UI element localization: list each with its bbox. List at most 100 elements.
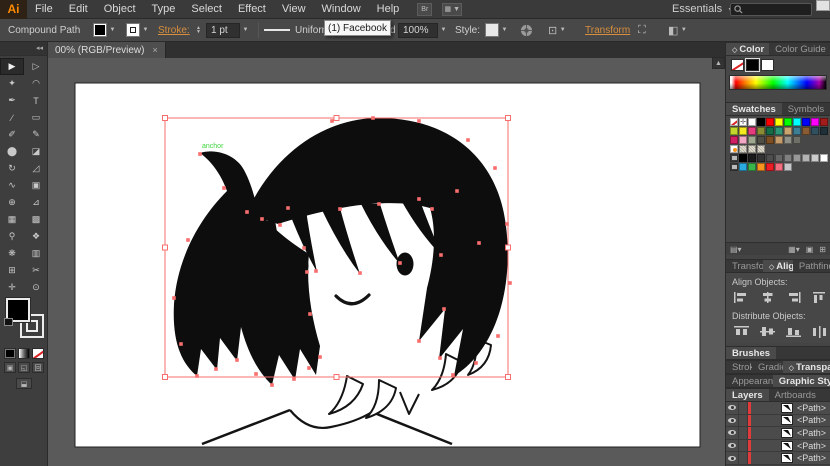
color-swatch[interactable] — [757, 127, 765, 135]
color-swatch[interactable] — [757, 118, 765, 126]
color-swatch[interactable] — [793, 118, 801, 126]
anchor-point[interactable] — [330, 119, 334, 123]
anchor-point[interactable] — [302, 246, 306, 250]
anchor-point[interactable] — [377, 202, 381, 206]
color-group-folder-icon[interactable] — [730, 154, 738, 162]
chevron-down-icon[interactable]: ▼ — [679, 23, 688, 37]
color-swatch[interactable] — [793, 136, 801, 144]
anchor-point[interactable] — [371, 116, 375, 120]
rotate-tool[interactable]: ↻ — [0, 160, 24, 177]
selection-handle[interactable] — [162, 244, 168, 251]
selection-tool[interactable]: ▶ — [0, 58, 24, 75]
eraser-tool[interactable]: ◪ — [24, 143, 48, 160]
stroke-color-control[interactable]: ▼ — [126, 19, 150, 41]
color-swatch[interactable] — [739, 154, 747, 162]
pattern-swatch[interactable] — [748, 145, 756, 153]
layer-label[interactable]: <Path> — [797, 441, 826, 451]
paintbrush-tool[interactable]: ✐ — [0, 126, 24, 143]
hand-tool[interactable]: ✛ — [0, 279, 24, 296]
anchor-point[interactable] — [286, 206, 290, 210]
column-graph-tool[interactable]: ▥ — [24, 245, 48, 262]
color-swatch[interactable] — [820, 118, 828, 126]
selection-handle[interactable] — [162, 374, 168, 380]
pattern-swatch[interactable] — [739, 145, 747, 153]
symbol-sprayer-tool[interactable]: ❋ — [0, 245, 24, 262]
registration-swatch[interactable]: ✛ — [739, 118, 747, 126]
color-swatch[interactable] — [820, 127, 828, 135]
mesh-tool[interactable]: ▦ — [0, 211, 24, 228]
chevron-down-icon[interactable]: ▼ — [141, 23, 150, 37]
color-swatch[interactable] — [757, 163, 765, 171]
layer-row[interactable]: <Path> — [726, 414, 830, 428]
tab-align[interactable]: ◇Align — [762, 260, 793, 272]
tab-appearance[interactable]: Appearance — [726, 375, 773, 387]
blob-brush-tool[interactable]: ⬤ — [0, 143, 24, 160]
color-swatch[interactable] — [748, 154, 756, 162]
minimize-button[interactable] — [816, 0, 830, 11]
layer-label[interactable]: <Path> — [797, 415, 826, 425]
layer-row[interactable]: <Path> — [726, 427, 830, 440]
tab-pathfinder[interactable]: Pathfinder — [793, 260, 830, 272]
white-color-swatch[interactable] — [761, 59, 774, 71]
opacity-value[interactable]: 100% — [398, 22, 438, 38]
style-swatch-control[interactable]: ▼ — [485, 19, 509, 41]
anchor-point[interactable] — [254, 372, 258, 376]
lock-cell[interactable] — [739, 402, 748, 414]
anchor-point[interactable] — [417, 119, 421, 123]
color-swatch[interactable] — [775, 118, 783, 126]
bridge-button[interactable]: Br — [417, 2, 433, 16]
free-transform-tool[interactable]: ▣ — [24, 177, 48, 194]
distribute-bottom-button[interactable] — [785, 325, 802, 338]
layer-row[interactable]: <Path> — [726, 452, 830, 465]
color-swatch[interactable] — [820, 154, 828, 162]
color-swatch[interactable] — [775, 163, 783, 171]
none-button[interactable] — [32, 348, 44, 359]
anchor-point[interactable] — [508, 281, 512, 285]
tab-swatches[interactable]: Swatches — [726, 103, 782, 115]
chevron-down-icon[interactable]: ▼ — [558, 23, 567, 37]
lock-cell[interactable] — [739, 414, 748, 427]
canvas[interactable]: anchor — [48, 58, 725, 466]
pen-tool[interactable]: ✒ — [0, 92, 24, 109]
selection-handle[interactable] — [162, 115, 168, 121]
anchor-point[interactable] — [292, 377, 296, 381]
black-color-swatch[interactable] — [746, 59, 759, 71]
color-swatch[interactable] — [739, 127, 747, 135]
anchor-point[interactable] — [308, 312, 312, 316]
artboard-tool[interactable]: ⊞ — [0, 262, 24, 279]
tools-panel-header[interactable]: ◂◂ — [0, 42, 47, 56]
screen-mode-button[interactable]: ⬓ — [16, 378, 32, 389]
tab-transform[interactable]: Transform — [726, 260, 763, 272]
anchor-point[interactable] — [398, 261, 402, 265]
gradient-button[interactable] — [18, 348, 30, 359]
anchor-point[interactable] — [278, 223, 282, 227]
color-button[interactable] — [4, 348, 16, 359]
width-tool[interactable]: ∿ — [0, 177, 24, 194]
tab-gradient[interactable]: Gradient — [752, 361, 783, 373]
tab-graphic-styles[interactable]: Graphic Styles — [772, 375, 830, 387]
selection-handle[interactable] — [505, 374, 511, 380]
tab-brushes[interactable]: Brushes — [726, 347, 777, 359]
layer-label[interactable]: <Path> — [797, 428, 826, 438]
layer-label[interactable]: <Path> — [797, 403, 826, 413]
color-swatch[interactable] — [793, 154, 801, 162]
anchor-point[interactable] — [307, 366, 311, 370]
anchor-point[interactable] — [305, 270, 309, 274]
chevron-down-icon[interactable]: ▼ — [108, 23, 117, 37]
anchor-point[interactable] — [417, 339, 421, 343]
lock-cell[interactable] — [739, 439, 748, 452]
color-swatch[interactable] — [766, 154, 774, 162]
color-swatch[interactable] — [811, 127, 819, 135]
stroke-weight-value[interactable]: 1 pt — [206, 22, 240, 38]
anchor-point[interactable] — [493, 166, 497, 170]
color-swatch[interactable] — [802, 127, 810, 135]
distribute-horizontal-button[interactable] — [811, 325, 828, 338]
anchor-point[interactable] — [245, 210, 249, 214]
color-swatch[interactable] — [775, 127, 783, 135]
shape-mode-control[interactable]: ◧ ▼ — [668, 19, 688, 41]
tab-color-guide[interactable]: Color Guide — [769, 43, 830, 55]
align-right-button[interactable] — [785, 291, 802, 304]
select-similar-control[interactable]: ⊡ ▼ — [548, 19, 567, 41]
recolor-artwork-button[interactable] — [520, 19, 533, 41]
color-swatch[interactable] — [775, 136, 783, 144]
